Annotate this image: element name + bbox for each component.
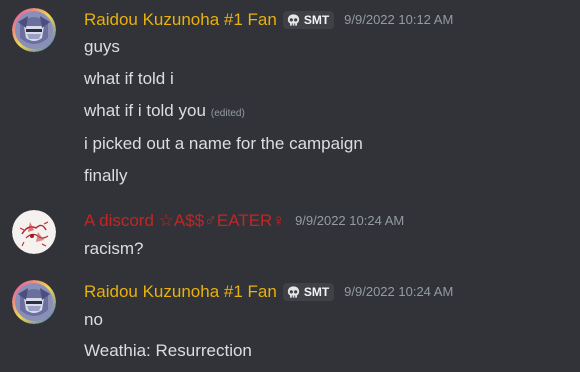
message-text-content: what if i told you	[84, 101, 206, 120]
red-sketch-avatar-icon	[12, 210, 56, 254]
message-text: guys	[84, 37, 120, 56]
server-tag-badge[interactable]: SMT	[282, 283, 335, 301]
message-header: Raidou Kuzunoha #1 Fan SMT 9/9/2022 10:1…	[84, 9, 453, 31]
timestamp[interactable]: 9/9/2022 10:12 AM	[344, 9, 453, 31]
message-text: what if told i	[84, 69, 174, 88]
message-header: A discord ☆A$$♂EATER♀ 9/9/2022 10:24 AM	[84, 210, 404, 232]
message-group: A discord ☆A$$♂EATER♀ 9/9/2022 10:24 AM …	[0, 200, 580, 270]
tag-label: SMT	[303, 13, 330, 27]
message-group: Raidou Kuzunoha #1 Fan SMT 9/9/2022 10:2…	[0, 270, 580, 372]
username[interactable]: Raidou Kuzunoha #1 Fan	[84, 281, 277, 303]
message-text: Weathia: Resurrection	[84, 341, 252, 360]
user-avatar[interactable]	[12, 280, 56, 324]
message-text: i picked out a name for the campaign	[84, 134, 363, 153]
timestamp[interactable]: 9/9/2022 10:24 AM	[295, 210, 404, 232]
message-text: no	[84, 310, 103, 329]
username[interactable]: Raidou Kuzunoha #1 Fan	[84, 9, 277, 31]
chat-message-list: Raidou Kuzunoha #1 Fan SMT 9/9/2022 10:1…	[0, 0, 580, 372]
masked-character-avatar-icon	[12, 280, 56, 324]
masked-character-avatar-icon	[12, 8, 56, 52]
user-avatar[interactable]	[12, 210, 56, 254]
timestamp[interactable]: 9/9/2022 10:24 AM	[344, 281, 453, 303]
username[interactable]: A discord ☆A$$♂EATER♀	[84, 210, 285, 232]
user-avatar[interactable]	[12, 8, 56, 52]
skull-icon	[287, 13, 299, 26]
message-text: racism?	[84, 239, 144, 258]
message-header: Raidou Kuzunoha #1 Fan SMT 9/9/2022 10:2…	[84, 281, 453, 303]
message-group: Raidou Kuzunoha #1 Fan SMT 9/9/2022 10:1…	[0, 0, 580, 200]
skull-icon	[287, 285, 299, 298]
message-text: what if i told you (edited)	[84, 100, 245, 125]
message-text: finally	[84, 166, 128, 185]
edited-indicator: (edited)	[210, 108, 245, 119]
tag-label: SMT	[303, 285, 330, 299]
server-tag-badge[interactable]: SMT	[282, 11, 335, 29]
